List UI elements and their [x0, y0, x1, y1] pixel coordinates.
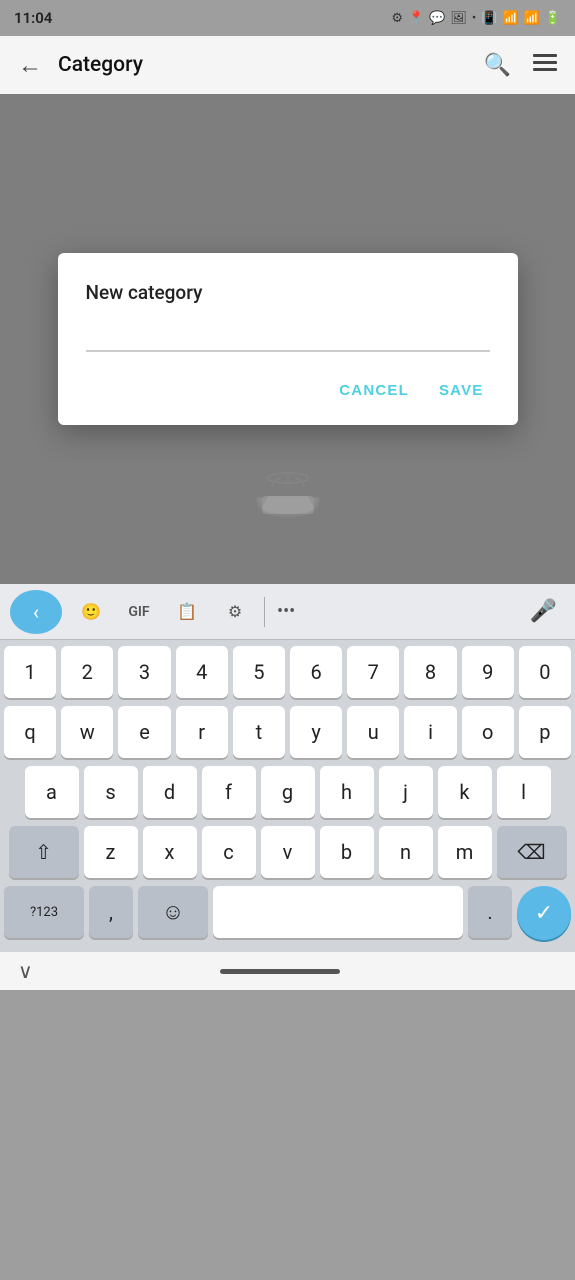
- settings-icon: ⚙: [228, 602, 242, 621]
- cancel-button[interactable]: CANCEL: [333, 374, 415, 407]
- key-1[interactable]: 1: [4, 646, 56, 698]
- key-p[interactable]: p: [519, 706, 571, 758]
- status-icons: ⚙ 📍 💬 🖼 • 📳 📶 📶 🔋: [391, 11, 561, 26]
- clipboard-toolbar-button[interactable]: 📋: [164, 590, 210, 634]
- more-icon: •••: [277, 601, 295, 622]
- key-d[interactable]: d: [143, 766, 197, 818]
- key-i[interactable]: i: [404, 706, 456, 758]
- enter-key[interactable]: ✓: [517, 886, 571, 940]
- home-indicator: [220, 969, 340, 974]
- key-a[interactable]: a: [25, 766, 79, 818]
- key-7[interactable]: 7: [347, 646, 399, 698]
- back-button[interactable]: ←: [12, 45, 48, 86]
- location-status-icon: 📍: [408, 11, 424, 26]
- key-6[interactable]: 6: [290, 646, 342, 698]
- new-category-dialog: New category CANCEL SAVE: [58, 253, 518, 425]
- keyboard-back-button[interactable]: ‹: [10, 590, 62, 634]
- number-symbols-key[interactable]: ?123: [4, 886, 84, 938]
- dot-status-icon: •: [472, 11, 476, 26]
- shift-icon: ⇧: [35, 840, 52, 864]
- key-o[interactable]: o: [462, 706, 514, 758]
- backspace-icon: ⌫: [517, 840, 545, 864]
- backspace-key[interactable]: ⌫: [497, 826, 567, 878]
- toolbar-separator: [264, 597, 265, 627]
- wifi-icon: 📶: [502, 11, 518, 26]
- key-5[interactable]: 5: [233, 646, 285, 698]
- gif-label: GIF: [128, 604, 149, 620]
- key-k[interactable]: k: [438, 766, 492, 818]
- gear-status-icon: ⚙: [391, 11, 403, 26]
- enter-icon: ✓: [535, 901, 553, 926]
- key-2[interactable]: 2: [61, 646, 113, 698]
- key-j[interactable]: j: [379, 766, 433, 818]
- number-row: 1 2 3 4 5 6 7 8 9 0: [4, 646, 571, 698]
- key-0[interactable]: 0: [519, 646, 571, 698]
- main-content: New category CANCEL SAVE: [0, 94, 575, 584]
- smiley-toolbar-button[interactable]: 🙂: [68, 590, 114, 634]
- key-f[interactable]: f: [202, 766, 256, 818]
- key-q[interactable]: q: [4, 706, 56, 758]
- message-status-icon: 💬: [429, 11, 445, 26]
- search-button[interactable]: 🔍: [478, 47, 517, 84]
- key-b[interactable]: b: [320, 826, 374, 878]
- keyboard-toolbar: ‹ 🙂 GIF 📋 ⚙ ••• 🎤: [0, 584, 575, 640]
- asdf-row: a s d f g h j k l: [4, 766, 571, 818]
- dialog-title: New category: [86, 281, 490, 304]
- keyboard: 1 2 3 4 5 6 7 8 9 0 q w e r t y u i o p …: [0, 640, 575, 952]
- zxcv-row: ⇧ z x c v b n m ⌫: [4, 826, 571, 878]
- smiley-icon: 🙂: [81, 602, 101, 621]
- dialog-overlay: New category CANCEL SAVE: [0, 94, 575, 584]
- key-x[interactable]: x: [143, 826, 197, 878]
- shift-key[interactable]: ⇧: [9, 826, 79, 878]
- keyboard-section: ‹ 🙂 GIF 📋 ⚙ ••• 🎤 1 2 3 4 5 6: [0, 584, 575, 952]
- key-r[interactable]: r: [176, 706, 228, 758]
- emoji-key[interactable]: ☺: [138, 886, 208, 938]
- comma-key[interactable]: ,: [89, 886, 133, 938]
- status-bar: 11:04 ⚙ 📍 💬 🖼 • 📳 📶 📶 🔋: [0, 0, 575, 36]
- key-l[interactable]: l: [497, 766, 551, 818]
- key-4[interactable]: 4: [176, 646, 228, 698]
- key-9[interactable]: 9: [462, 646, 514, 698]
- key-h[interactable]: h: [320, 766, 374, 818]
- battery-icon: 🔋: [545, 11, 561, 26]
- key-y[interactable]: y: [290, 706, 342, 758]
- key-8[interactable]: 8: [404, 646, 456, 698]
- dialog-actions: CANCEL SAVE: [86, 374, 490, 407]
- more-toolbar-button[interactable]: •••: [271, 601, 301, 622]
- space-key[interactable]: [213, 886, 463, 938]
- save-button[interactable]: SAVE: [433, 374, 490, 407]
- gif-toolbar-button[interactable]: GIF: [116, 590, 162, 634]
- key-w[interactable]: w: [61, 706, 113, 758]
- key-z[interactable]: z: [84, 826, 138, 878]
- page-title: Category: [58, 53, 468, 77]
- key-g[interactable]: g: [261, 766, 315, 818]
- app-bar: ← Category 🔍: [0, 36, 575, 94]
- key-s[interactable]: s: [84, 766, 138, 818]
- key-n[interactable]: n: [379, 826, 433, 878]
- menu-button[interactable]: [527, 47, 563, 84]
- key-v[interactable]: v: [261, 826, 315, 878]
- clipboard-icon: 📋: [177, 602, 197, 621]
- status-time: 11:04: [14, 9, 52, 27]
- image-status-icon: 🖼: [450, 11, 467, 26]
- key-u[interactable]: u: [347, 706, 399, 758]
- key-t[interactable]: t: [233, 706, 285, 758]
- category-name-input[interactable]: [86, 322, 490, 346]
- vibrate-icon: 📳: [481, 11, 497, 26]
- key-e[interactable]: e: [118, 706, 170, 758]
- bottom-row: ?123 , ☺ . ✓: [4, 886, 571, 940]
- key-m[interactable]: m: [438, 826, 492, 878]
- period-key[interactable]: .: [468, 886, 512, 938]
- collapse-keyboard-button[interactable]: ∨: [18, 959, 33, 983]
- keyboard-back-icon: ‹: [33, 600, 39, 624]
- mic-icon: 🎤: [530, 599, 557, 624]
- signal-icon: 📶: [524, 11, 540, 26]
- dialog-input-wrapper: [86, 322, 490, 352]
- mic-toolbar-button[interactable]: 🎤: [522, 599, 565, 624]
- key-3[interactable]: 3: [118, 646, 170, 698]
- bottom-bar: ∨: [0, 952, 575, 990]
- qwerty-row: q w e r t y u i o p: [4, 706, 571, 758]
- key-c[interactable]: c: [202, 826, 256, 878]
- settings-toolbar-button[interactable]: ⚙: [212, 590, 258, 634]
